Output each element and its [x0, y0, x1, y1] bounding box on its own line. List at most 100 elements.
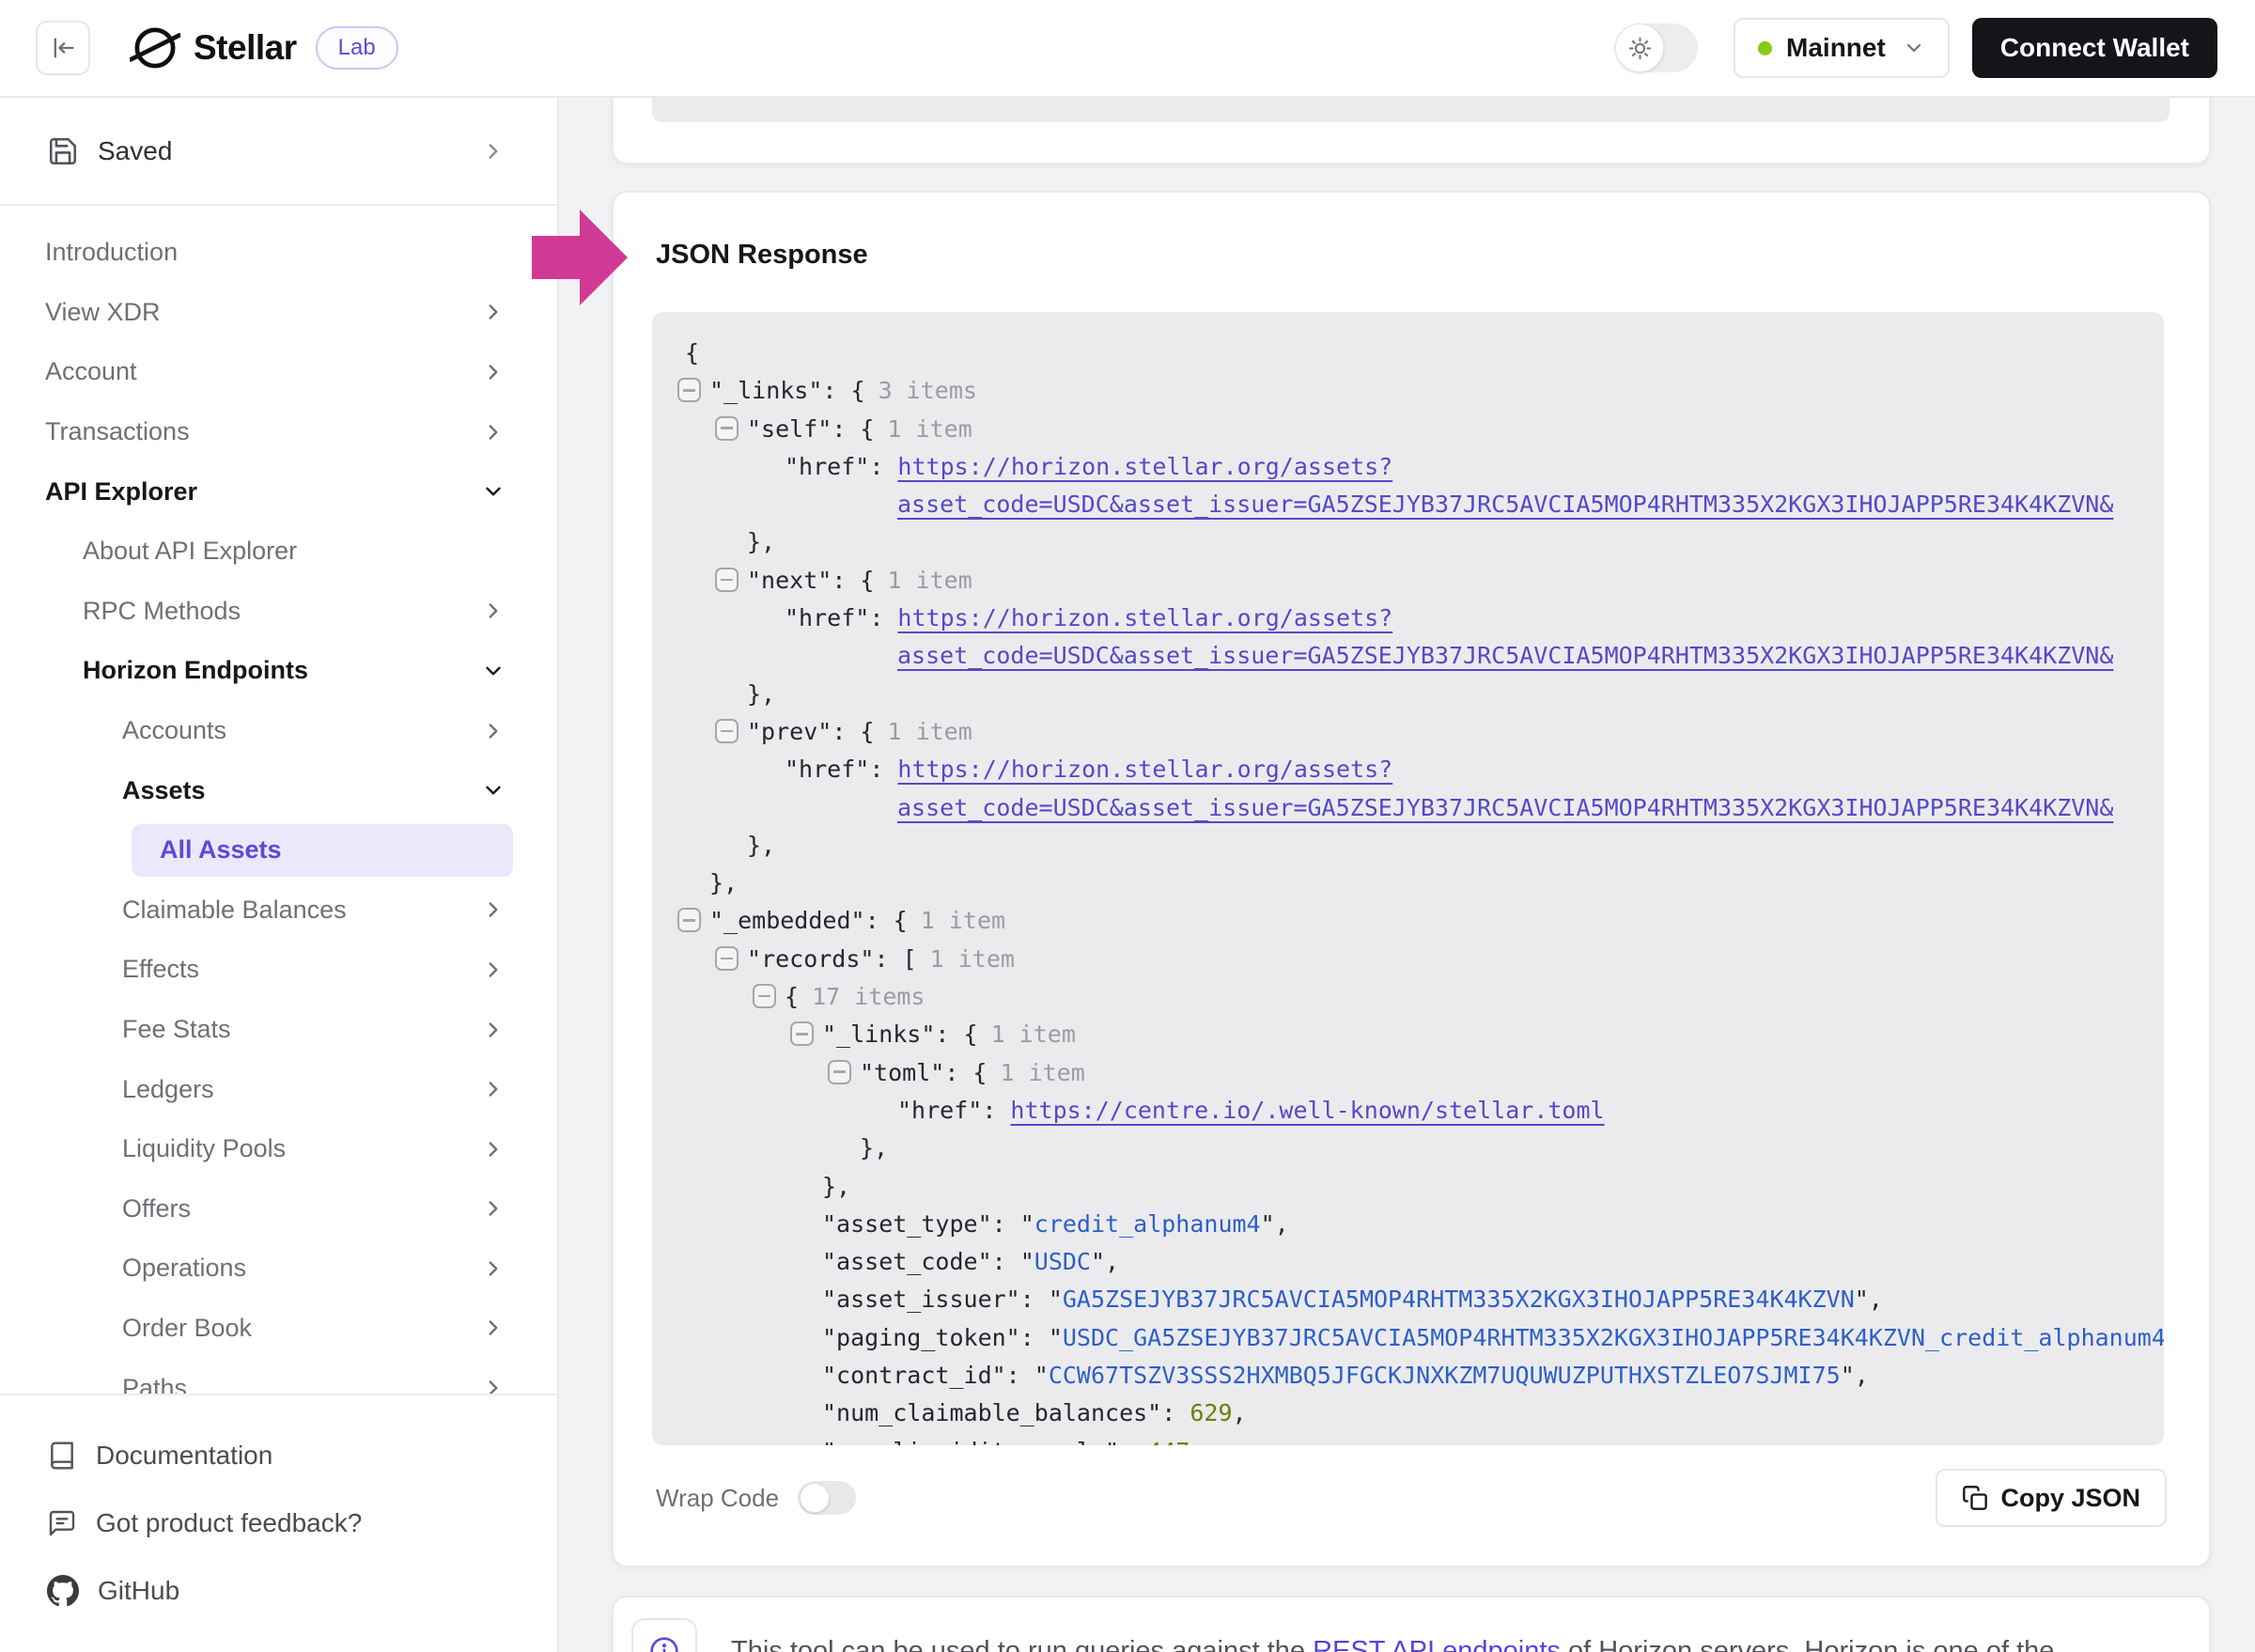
rest-api-endpoints-link[interactable]: REST API endpoints [1313, 1636, 1561, 1652]
sidebar-item-feedback[interactable]: Got product feedback? [47, 1489, 557, 1557]
book-icon [47, 1441, 77, 1471]
json-link[interactable]: asset_code=USDC&asset_issuer=GA5ZSEJYB37… [897, 491, 2113, 518]
sidebar-item-documentation[interactable]: Documentation [47, 1422, 557, 1489]
copy-json-button[interactable]: Copy JSON [1936, 1469, 2167, 1527]
sidebar-item-label: Introduction [45, 238, 178, 267]
sidebar-item-paths[interactable]: Paths [0, 1358, 557, 1394]
json-link[interactable]: https://horizon.stellar.org/assets? [897, 453, 1392, 480]
json-punctuation: : [ [874, 945, 916, 973]
json-key: "next" [747, 567, 832, 594]
collapse-toggle-icon[interactable] [790, 1021, 814, 1046]
connect-wallet-button[interactable]: Connect Wallet [1972, 18, 2217, 78]
sidebar-item-label: Saved [98, 136, 172, 166]
chevron-right-icon [481, 1376, 505, 1394]
json-line: "asset_issuer": "GA5ZSEJYB37JRC5AVCIA5MO… [677, 1281, 2164, 1318]
chevron-right-icon [481, 958, 505, 982]
json-key: "href" [897, 1097, 982, 1124]
json-link[interactable]: asset_code=USDC&asset_issuer=GA5ZSEJYB37… [897, 642, 2113, 669]
chevron-right-icon [481, 1316, 505, 1340]
json-item-count: 1 item [887, 718, 972, 745]
json-punctuation: : { [935, 1021, 977, 1048]
json-punctuation: : { [944, 1059, 987, 1086]
json-punctuation: : [982, 1097, 1010, 1124]
sidebar-item-about-api-explorer[interactable]: About API Explorer [0, 522, 557, 582]
wrap-code-toggle[interactable] [798, 1481, 856, 1515]
sidebar-item-rpc-methods[interactable]: RPC Methods [0, 582, 557, 642]
sidebar-item-all-assets[interactable]: All Assets [132, 824, 513, 877]
sidebar-item-label: Documentation [96, 1441, 272, 1471]
collapse-toggle-icon[interactable] [715, 719, 739, 743]
sidebar-item-transactions[interactable]: Transactions [0, 402, 557, 462]
sidebar-item-ledgers[interactable]: Ledgers [0, 1059, 557, 1119]
collapse-toggle-icon[interactable] [753, 984, 776, 1008]
sidebar-item-label: Got product feedback? [96, 1508, 362, 1538]
json-punctuation: : [1161, 1399, 1190, 1426]
json-link[interactable]: asset_code=USDC&asset_issuer=GA5ZSEJYB37… [897, 794, 2113, 821]
chevron-right-icon [481, 360, 505, 384]
brand-name: Stellar [194, 28, 297, 68]
json-punctuation: ", [1091, 1248, 1119, 1275]
panel-collapse-left-icon [50, 35, 76, 61]
sidebar-item-accounts[interactable]: Accounts [0, 701, 557, 761]
sidebar-item-view-xdr[interactable]: View XDR [0, 283, 557, 343]
sidebar-item-liquidity-pools[interactable]: Liquidity Pools [0, 1119, 557, 1179]
collapse-toggle-icon[interactable] [715, 568, 739, 592]
json-key: "_links" [822, 1021, 935, 1048]
json-line: { [677, 335, 2164, 372]
sidebar-item-offers[interactable]: Offers [0, 1179, 557, 1239]
json-key: "prev" [747, 718, 832, 745]
sidebar-item-api-explorer[interactable]: API Explorer [0, 461, 557, 522]
network-selector[interactable]: Mainnet [1734, 18, 1950, 78]
sidebar-item-fee-stats[interactable]: Fee Stats [0, 1000, 557, 1060]
json-punctuation: : " [992, 1248, 1034, 1275]
chevron-right-icon [481, 1077, 505, 1101]
json-line: asset_code=USDC&asset_issuer=GA5ZSEJYB37… [677, 486, 2164, 523]
chevron-right-icon [481, 1256, 505, 1281]
sidebar-item-label: Horizon Endpoints [83, 656, 308, 685]
sidebar-item-label: API Explorer [45, 477, 197, 507]
sidebar-item-order-book[interactable]: Order Book [0, 1299, 557, 1359]
json-punctuation: : { [822, 377, 864, 404]
json-link[interactable]: https://centre.io/.well-known/stellar.to… [1010, 1097, 1604, 1124]
json-punctuation: }, [860, 1134, 888, 1161]
sidebar-footer: Documentation Got product feedback? GitH… [0, 1394, 557, 1652]
sidebar-item-saved[interactable]: Saved [0, 98, 557, 206]
collapse-toggle-icon[interactable] [677, 378, 701, 402]
sidebar-item-operations[interactable]: Operations [0, 1239, 557, 1299]
json-line: asset_code=USDC&asset_issuer=GA5ZSEJYB37… [677, 789, 2164, 827]
code-footer: Wrap Code Copy JSON [656, 1468, 2167, 1528]
collapse-sidebar-button[interactable] [36, 21, 90, 75]
json-punctuation: : [869, 756, 897, 783]
json-string-value: GA5ZSEJYB37JRC5AVCIA5MOP4RHTM335X2KGX3IH… [1063, 1286, 1855, 1313]
json-key: "_embedded" [709, 907, 865, 934]
collapse-toggle-icon[interactable] [677, 908, 701, 932]
json-punctuation: }, [822, 1173, 850, 1200]
sidebar-item-account[interactable]: Account [0, 342, 557, 402]
sidebar-item-label: View XDR [45, 298, 161, 327]
json-link[interactable]: https://horizon.stellar.org/assets? [897, 756, 1392, 783]
theme-toggle[interactable] [1615, 23, 1698, 72]
json-line: }, [677, 827, 2164, 865]
json-code-block: {"_links": {3 items"self": {1 item"href"… [652, 312, 2164, 1445]
sidebar-item-effects[interactable]: Effects [0, 940, 557, 1000]
collapse-toggle-icon[interactable] [828, 1060, 851, 1084]
json-link[interactable]: https://horizon.stellar.org/assets? [897, 604, 1392, 631]
json-punctuation: : { [865, 907, 908, 934]
sidebar-item-horizon-endpoints[interactable]: Horizon Endpoints [0, 641, 557, 701]
json-item-count: 1 item [930, 945, 1015, 973]
json-punctuation: : [869, 604, 897, 631]
sidebar-item-assets[interactable]: Assets [0, 760, 557, 820]
sidebar-item-label: All Assets [160, 835, 282, 865]
sidebar-item-label: Fee Stats [122, 1015, 231, 1044]
annotation-arrow [532, 210, 628, 305]
sidebar-item-claimable-balances[interactable]: Claimable Balances [0, 881, 557, 941]
sidebar-item-label: Effects [122, 955, 199, 984]
json-line: "href": https://centre.io/.well-known/st… [677, 1092, 2164, 1130]
json-key: "asset_issuer" [822, 1286, 1020, 1313]
json-line: "asset_code": "USDC", [677, 1243, 2164, 1281]
json-string-value: credit_alphanum4 [1034, 1210, 1261, 1238]
collapse-toggle-icon[interactable] [715, 416, 739, 441]
sidebar-item-github[interactable]: GitHub [47, 1557, 557, 1625]
sidebar-item-introduction[interactable]: Introduction [0, 223, 557, 283]
collapse-toggle-icon[interactable] [715, 946, 739, 971]
